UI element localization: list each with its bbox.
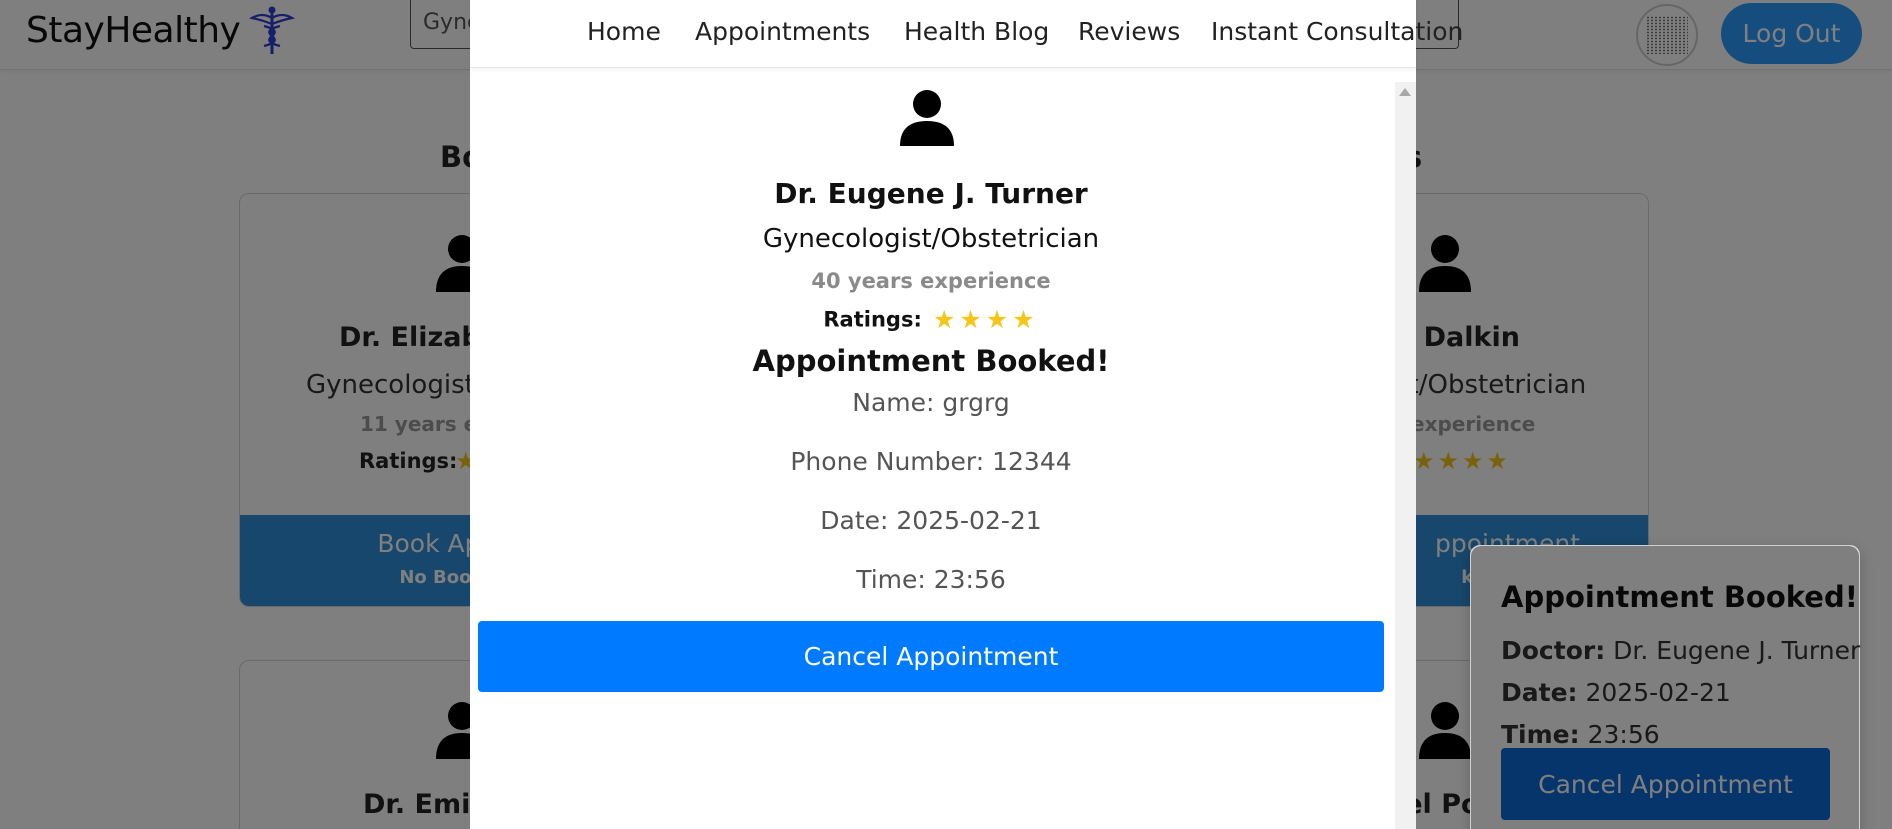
toast-doctor-row: Doctor: Dr. Eugene J. Turner	[1501, 636, 1860, 665]
toast-date-value: 2025-02-21	[1585, 678, 1731, 707]
doctor-experience: 40 years experience	[811, 269, 1051, 293]
doctor-speciality: Gynecologist/Obstetrician	[762, 224, 1100, 254]
appointment-modal: Home Appointments Health Blog Reviews In…	[470, 0, 1463, 829]
toast-cancel-appointment-button[interactable]: Cancel Appointment	[1501, 748, 1830, 820]
ratings-label: Ratings:	[823, 307, 922, 332]
nav-reviews[interactable]: Reviews	[1078, 17, 1180, 46]
doctor-name: Dr. Eugene J. Turner	[774, 177, 1088, 210]
appointment-time: Time: 23:56	[856, 565, 1006, 594]
scroll-up-arrow-icon[interactable]	[1399, 88, 1411, 96]
toast-time-label: Time:	[1501, 720, 1580, 749]
nav-appointments[interactable]: Appointments	[695, 17, 870, 46]
toast-date-row: Date: 2025-02-21	[1501, 678, 1731, 707]
nav-instant-consultation[interactable]: Instant Consultation	[1211, 17, 1463, 46]
toast-title: Appointment Booked!	[1501, 580, 1858, 614]
toast-time-row: Time: 23:56	[1501, 720, 1660, 749]
patient-phone: Phone Number: 12344	[790, 447, 1072, 476]
appointment-toast: Appointment Booked! Doctor: Dr. Eugene J…	[1470, 545, 1860, 829]
patient-name: Name: grgrg	[852, 388, 1010, 417]
ratings-row: Ratings: ★★★★	[470, 305, 1392, 334]
appointment-booked-title: Appointment Booked!	[752, 344, 1110, 378]
nav-home[interactable]: Home	[587, 17, 661, 46]
toast-doctor-label: Doctor:	[1501, 636, 1606, 665]
toast-time-value: 23:56	[1587, 720, 1660, 749]
modal-navbar: Home Appointments Health Blog Reviews In…	[470, 0, 1463, 68]
star-rating: ★★★★	[932, 305, 1039, 334]
appointment-date: Date: 2025-02-21	[820, 506, 1042, 535]
toast-doctor-value: Dr. Eugene J. Turner	[1613, 636, 1861, 665]
nav-health-blog[interactable]: Health Blog	[904, 17, 1049, 46]
modal-scrollbar[interactable]	[1395, 82, 1416, 829]
toast-date-label: Date:	[1501, 678, 1578, 707]
cancel-appointment-button[interactable]: Cancel Appointment	[478, 621, 1384, 692]
person-icon	[900, 90, 954, 146]
